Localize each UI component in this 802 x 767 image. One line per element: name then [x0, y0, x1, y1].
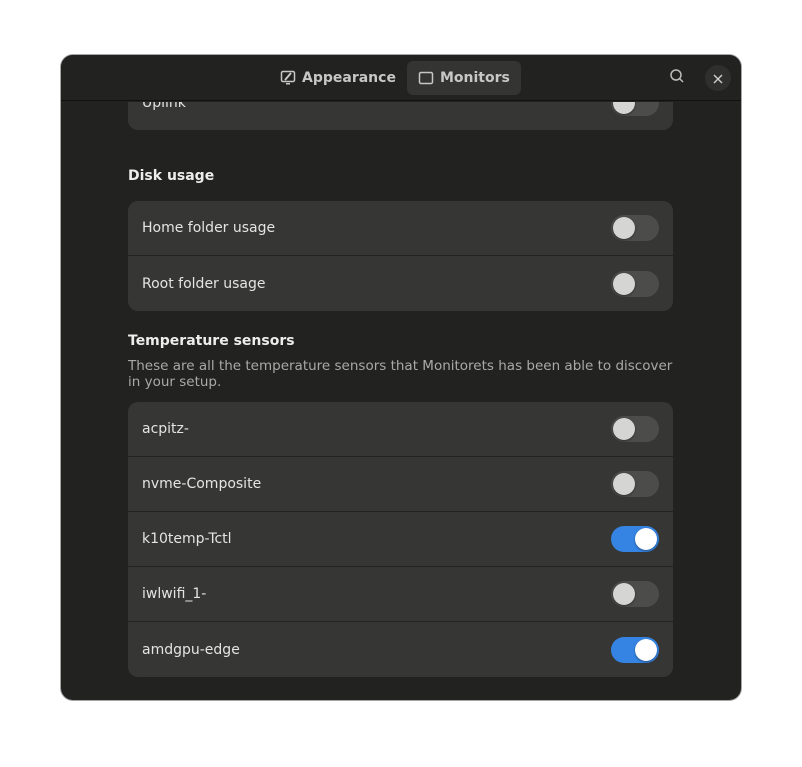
setting-label: iwlwifi_1-	[142, 586, 207, 602]
sensor-toggle[interactable]	[611, 636, 659, 663]
toggle-knob	[613, 418, 635, 440]
setting-label: Root folder usage	[142, 275, 266, 292]
setting-row[interactable]: Uplink	[128, 102, 673, 130]
tab-appearance-label: Appearance	[302, 70, 396, 86]
toggle-knob	[613, 583, 635, 605]
setting-row[interactable]: k10temp-Tctl	[128, 512, 673, 567]
setting-label: acpitz-	[142, 421, 189, 437]
setting-row[interactable]: Root folder usage	[128, 256, 673, 311]
home-folder-toggle[interactable]	[611, 215, 659, 241]
setting-row[interactable]: iwlwifi_1-	[128, 567, 673, 622]
search-button[interactable]	[664, 65, 690, 91]
setting-label: k10temp-Tctl	[142, 531, 232, 547]
setting-row[interactable]: acpitz-	[128, 402, 673, 457]
toggle-knob	[613, 217, 635, 239]
toggle-knob	[613, 102, 635, 114]
uplink-toggle[interactable]	[611, 102, 659, 116]
sensor-toggle[interactable]	[611, 471, 659, 497]
toggle-knob	[613, 473, 635, 495]
sensor-toggle[interactable]	[611, 416, 659, 442]
toggle-knob	[635, 528, 657, 550]
root-folder-toggle[interactable]	[611, 270, 659, 297]
temperature-group: acpitz- nvme-Composite k10temp-Tctl iwlw…	[128, 402, 673, 677]
setting-label: amdgpu-edge	[142, 641, 240, 658]
headerbar: Appearance Monitors	[61, 55, 741, 101]
monitor-icon	[418, 70, 434, 86]
section-title-temperature: Temperature sensors	[128, 333, 295, 349]
disk-group: Home folder usage Root folder usage	[128, 201, 673, 311]
toggle-knob	[613, 272, 635, 295]
tab-appearance[interactable]: Appearance	[269, 61, 407, 95]
setting-row[interactable]: amdgpu-edge	[128, 622, 673, 677]
setting-row[interactable]: nvme-Composite	[128, 457, 673, 512]
tab-monitors-label: Monitors	[439, 70, 510, 86]
tab-monitors[interactable]: Monitors	[406, 61, 521, 95]
section-description: These are all the temperature sensors th…	[128, 358, 673, 390]
toggle-knob	[635, 638, 657, 661]
settings-scroll-area[interactable]: Uplink Disk usage Home folder usage Root…	[61, 102, 741, 700]
search-icon	[669, 68, 685, 88]
setting-label: nvme-Composite	[142, 476, 262, 492]
sensor-toggle[interactable]	[611, 526, 659, 552]
close-button[interactable]	[705, 65, 731, 91]
setting-label: Uplink	[142, 102, 186, 111]
setting-row[interactable]: Home folder usage	[128, 201, 673, 256]
preferences-window: Appearance Monitors Uplink Disk usage Ho…	[61, 55, 741, 700]
network-group: Uplink	[128, 102, 673, 130]
close-icon	[713, 69, 723, 88]
setting-label: Home folder usage	[142, 220, 276, 236]
view-switcher: Appearance Monitors	[269, 61, 521, 95]
appearance-icon	[280, 70, 296, 86]
sensor-toggle[interactable]	[611, 581, 659, 607]
section-title-disk: Disk usage	[128, 168, 215, 184]
